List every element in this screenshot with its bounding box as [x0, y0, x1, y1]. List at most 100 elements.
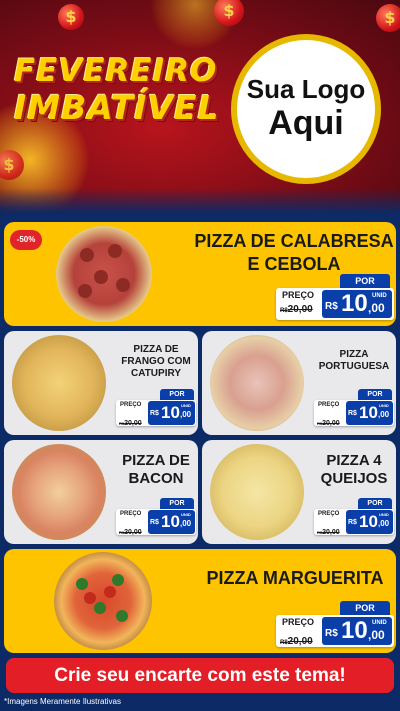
topping	[112, 574, 124, 586]
hero-banner: $ $ $ $ FEVEREIRO IMBATÍVEL Sua Logo Aqu…	[0, 0, 400, 214]
old-price-value: 20,00	[124, 420, 142, 427]
new-price-cents: ,00	[368, 301, 385, 315]
product-name-line1: PIZZA MARGUERITA	[206, 568, 384, 588]
price-tag: POR PREÇO R$20,00 R$ 10 UNID ,00	[116, 389, 196, 429]
old-price-prefix: R$	[280, 308, 288, 314]
product-name-line2: QUEIJOS	[320, 470, 388, 487]
new-price-value: 10	[359, 403, 378, 422]
new-price-currency: R$	[348, 410, 357, 417]
price-por-label: POR	[160, 389, 194, 400]
product-name-line3: CATUPIRY	[131, 368, 181, 379]
product-name: PIZZA DE BACON	[116, 452, 196, 488]
new-price: R$ 10 UNID ,00	[148, 510, 195, 534]
pizza-calabresa-image	[56, 226, 152, 322]
new-price-unit: UNID	[181, 403, 191, 408]
old-price-value: 20,00	[287, 304, 313, 315]
product-name-line2: E CEBOLA	[247, 254, 341, 274]
pizza-portuguesa-image	[210, 335, 304, 431]
price-tag: POR PREÇO R$20,00 R$ 10 UNID ,00	[276, 601, 394, 649]
price-tag: POR PREÇO R$ 20,00 R$ 10 UNID ,00	[116, 498, 196, 538]
topping	[94, 270, 108, 284]
create-flyer-button[interactable]: Crie seu encarte com este tema!	[6, 658, 394, 693]
promo-title: FEVEREIRO IMBATÍVEL	[14, 56, 220, 127]
new-price: R$ 10 UNID ,00	[346, 510, 393, 534]
new-price-unit: UNID	[181, 512, 191, 517]
new-price-unit: UNID	[372, 293, 387, 299]
new-price-cents: ,00	[378, 410, 390, 419]
new-price-unit: UNID	[372, 620, 387, 626]
product-name: PIZZA MARGUERITA	[200, 567, 390, 590]
discount-badge: -50%	[10, 230, 42, 250]
price-por-label: POR	[358, 389, 392, 400]
product-card-frango[interactable]: PIZZA DE FRANGO COM CATUPIRY POR PREÇO R…	[4, 331, 198, 435]
product-name: PIZZA PORTUGUESA	[314, 349, 394, 373]
product-name-line2: BACON	[128, 470, 184, 487]
new-price-cents: ,00	[378, 519, 390, 528]
product-name-line1: PIZZA	[339, 349, 369, 360]
topping	[94, 602, 106, 614]
topping	[116, 278, 130, 292]
topping	[76, 578, 88, 590]
new-price-cents: ,00	[368, 628, 385, 642]
new-price-cents: ,00	[180, 410, 192, 419]
promo-title-line2: IMBATÍVEL	[14, 88, 220, 127]
product-card-4-queijos[interactable]: PIZZA 4 QUEIJOS POR PREÇO R$20,00 R$ 10 …	[202, 440, 396, 544]
price-preco-label: PREÇO	[282, 617, 315, 627]
old-price: R$20,00	[119, 412, 142, 430]
product-name-line1: PIZZA DE	[133, 344, 179, 355]
pizza-4-queijos-image	[210, 444, 304, 540]
topping	[84, 592, 96, 604]
price-por-label: POR	[340, 601, 390, 615]
pizza-frango-image	[12, 335, 106, 431]
new-price-currency: R$	[150, 410, 159, 417]
new-price-value: 10	[161, 403, 180, 422]
new-price: R$ 10 UNID ,00	[148, 401, 195, 425]
disclaimer-text: *Imagens Meramente Ilustrativas	[4, 697, 121, 706]
logo-text-line1: Sua Logo	[246, 74, 366, 105]
logo-placeholder: Sua Logo Aqui	[231, 34, 381, 184]
new-price: R$ 10 UNID ,00	[322, 617, 392, 645]
old-price-value: 20,00	[322, 529, 340, 536]
product-card-marguerita[interactable]: PIZZA MARGUERITA POR PREÇO R$20,00 R$ 10…	[4, 549, 396, 653]
old-price-value: 20,00	[124, 529, 142, 536]
new-price-currency: R$	[150, 519, 159, 526]
topping	[116, 610, 128, 622]
new-price: R$ 10 UNID ,00	[346, 401, 393, 425]
topping	[108, 244, 122, 258]
price-preco-label: PREÇO	[120, 402, 142, 408]
old-price: R$20,00	[317, 521, 340, 539]
price-tag: POR PREÇO R$20,00 R$ 10 UNID ,00	[276, 274, 394, 322]
price-por-label: POR	[340, 274, 390, 288]
price-tag: POR PREÇO R$20,00 R$ 10 UNID ,00	[314, 389, 394, 429]
coin-icon: $	[376, 4, 400, 32]
new-price-value: 10	[161, 512, 180, 531]
old-price-value: 20,00	[322, 420, 340, 427]
coin-icon: $	[58, 4, 84, 30]
hero-fade	[0, 188, 400, 214]
product-card-portuguesa[interactable]: PIZZA PORTUGUESA POR PREÇO R$20,00 R$ 10…	[202, 331, 396, 435]
product-name: PIZZA DE FRANGO COM CATUPIRY	[116, 344, 196, 380]
product-name-line1: PIZZA DE CALABRESA	[194, 231, 394, 251]
price-tag: POR PREÇO R$20,00 R$ 10 UNID ,00	[314, 498, 394, 538]
new-price-unit: UNID	[379, 403, 389, 408]
pizza-marguerita-image	[54, 552, 152, 650]
product-card-bacon[interactable]: PIZZA DE BACON POR PREÇO R$ 20,00 R$ 10 U…	[4, 440, 198, 544]
new-price-cents: ,00	[180, 519, 192, 528]
new-price-currency: R$	[325, 301, 338, 312]
new-price: R$ 10 UNID ,00	[322, 290, 392, 318]
old-price: R$20,00	[317, 412, 340, 430]
topping	[80, 248, 94, 262]
price-por-label: POR	[160, 498, 194, 509]
product-card-calabresa[interactable]: -50% PIZZA DE CALABRESA E CEBOLA POR PRE…	[4, 222, 396, 326]
product-name-line2: PORTUGUESA	[318, 361, 390, 372]
product-name-line1: PIZZA DE	[122, 452, 190, 469]
price-preco-label: PREÇO	[120, 511, 142, 517]
price-por-label: POR	[358, 498, 392, 509]
pizza-bacon-image	[12, 444, 106, 540]
product-name: PIZZA DE CALABRESA E CEBOLA	[194, 230, 394, 276]
coin-icon: $	[214, 0, 244, 26]
topping	[78, 284, 92, 298]
new-price-unit: UNID	[379, 512, 389, 517]
product-name: PIZZA 4 QUEIJOS	[314, 452, 394, 488]
new-price-value: 10	[341, 617, 368, 644]
